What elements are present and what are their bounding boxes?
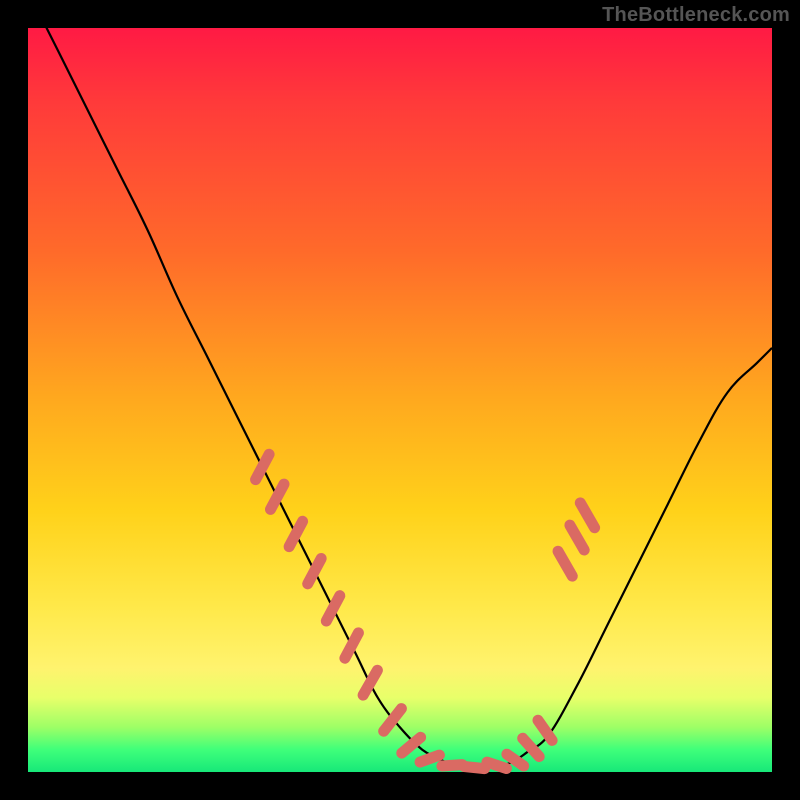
plot-area bbox=[28, 28, 772, 772]
curve-marker bbox=[580, 503, 594, 528]
curve-marker bbox=[402, 737, 421, 753]
curve-marker bbox=[464, 767, 484, 769]
curve-markers bbox=[256, 454, 595, 768]
watermark-text: TheBottleneck.com bbox=[602, 4, 790, 27]
curve-marker bbox=[538, 720, 552, 740]
curve-marker bbox=[420, 755, 439, 762]
curve-marker bbox=[487, 762, 506, 768]
chart-frame: TheBottleneck.com bbox=[0, 0, 800, 800]
curve-path bbox=[28, 0, 772, 768]
curve-marker bbox=[558, 551, 572, 576]
curve-marker bbox=[570, 525, 584, 550]
curve-layer bbox=[28, 28, 772, 772]
bottleneck-curve bbox=[28, 0, 772, 768]
